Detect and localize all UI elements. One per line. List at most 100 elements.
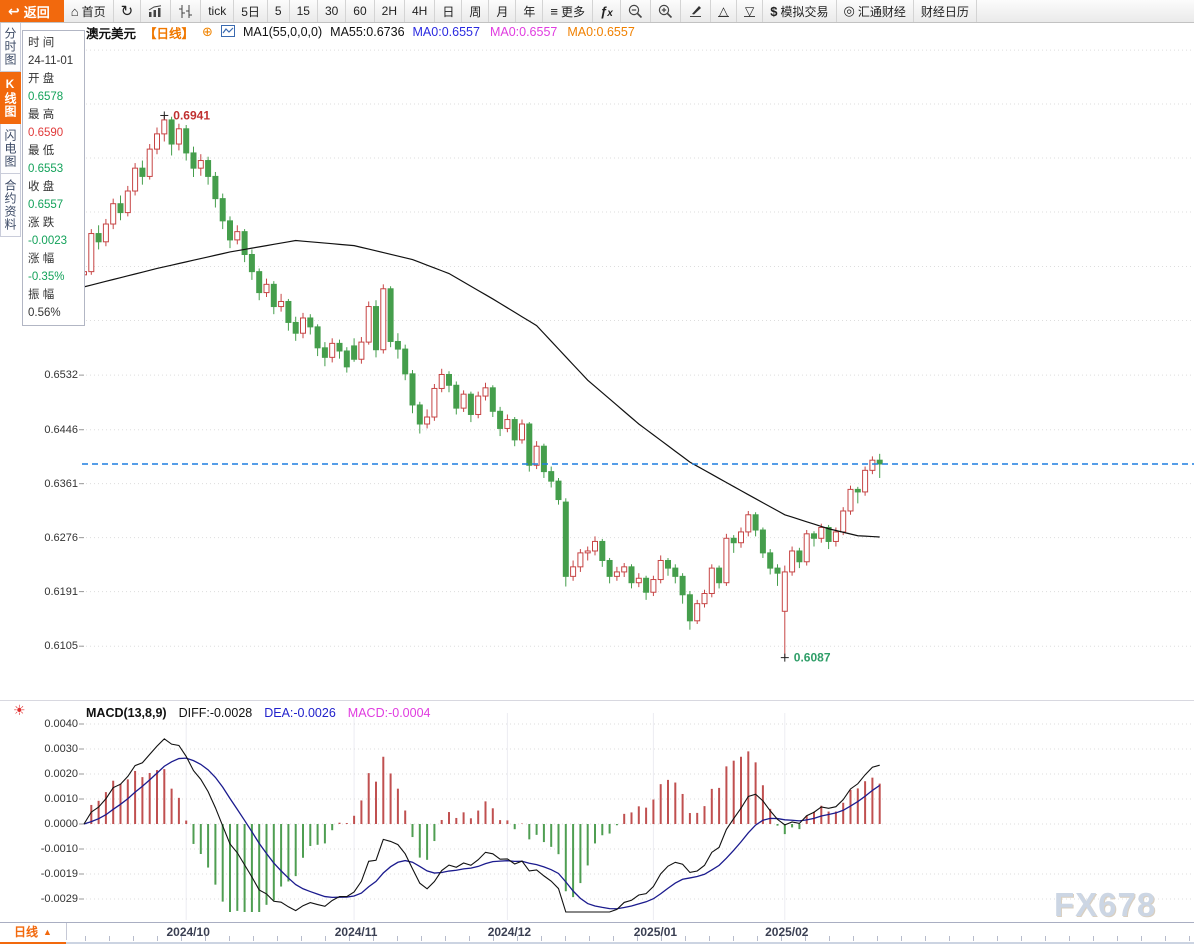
tab-kline-chart[interactable]: K线图 bbox=[0, 72, 21, 124]
macd-diff-line bbox=[84, 739, 880, 912]
top-toolbar: ↩ 返回 ⌂首页 ↻ tick 5日 5 15 30 60 2H 4H 日周月年 ≡更多ƒx △ ▽ $ 模拟… bbox=[0, 0, 1194, 23]
toolbar-button-home[interactable]: ⌂首页 bbox=[64, 0, 114, 22]
info-label: 最 低 bbox=[28, 142, 84, 160]
tab-lightning-chart[interactable]: 闪电图 bbox=[0, 124, 21, 174]
price-axis-label: 0.6105 bbox=[18, 640, 78, 652]
toolbar-button-5d[interactable]: 5日 bbox=[234, 0, 268, 22]
ma55-line bbox=[84, 241, 880, 537]
toolbar-button-draw[interactable] bbox=[681, 0, 711, 22]
barchart-icon bbox=[148, 5, 163, 18]
toolbar-button-fx[interactable]: ƒx bbox=[593, 0, 621, 22]
chart-title-bar: 澳元美元 【日线】 ⊕ MA1(55,0,0,0) MA55:0.6736 MA… bbox=[86, 24, 635, 40]
info-value: 0.6557 bbox=[28, 196, 84, 214]
price-axis-label: 0.6446 bbox=[18, 424, 78, 436]
home-icon: ⌂ bbox=[71, 4, 79, 19]
toolbar-button-bar-chart[interactable] bbox=[141, 0, 171, 22]
toolbar-button-refresh[interactable]: ↻ bbox=[114, 0, 142, 22]
add-indicator-icon[interactable]: ⊕ bbox=[202, 24, 213, 40]
toolbar-button-m60[interactable]: 60 bbox=[346, 0, 374, 22]
toolbar-button-weekly[interactable]: 周 bbox=[462, 0, 489, 22]
kline-icon bbox=[178, 5, 193, 18]
toolbar-button-daily[interactable]: 日 bbox=[435, 0, 462, 22]
toolbar-button-label: 5日 bbox=[241, 3, 260, 20]
toolbar-button-more[interactable]: ≡更多 bbox=[543, 0, 593, 22]
chart-canvas[interactable]: 0.6941 0.6087 bbox=[0, 0, 1194, 944]
period-tab-label: 日线 bbox=[14, 923, 38, 940]
dollar-icon: $ bbox=[770, 4, 777, 19]
toolbar-button-yearly[interactable]: 年 bbox=[516, 0, 543, 22]
minor-tick-marks bbox=[85, 936, 1190, 941]
toolbar-button-label: 5 bbox=[275, 4, 282, 18]
macd-axis-label: 0.0040 bbox=[18, 718, 78, 730]
toolbar-button-label: 年 bbox=[523, 3, 535, 20]
indicator-settings-icon[interactable]: ☀ bbox=[13, 702, 26, 719]
macd-axis-label: 0.0030 bbox=[18, 743, 78, 755]
info-value: 24-11-01 bbox=[28, 52, 84, 70]
macd-dea-line bbox=[84, 758, 880, 909]
toolbar-button-label: 2H bbox=[382, 4, 397, 18]
tab-time-chart[interactable]: 分时图 bbox=[0, 22, 21, 72]
back-button[interactable]: ↩ 返回 bbox=[0, 0, 64, 22]
toolbar-button-h4[interactable]: 4H bbox=[405, 0, 435, 22]
toolbar-button-tri-up[interactable]: △ bbox=[711, 0, 737, 22]
ma0-value-label: MA0:0.6557 bbox=[490, 25, 557, 39]
info-value: -0.0023 bbox=[28, 232, 84, 250]
info-label: 振 幅 bbox=[28, 286, 84, 304]
price-axis-label: 0.6276 bbox=[18, 532, 78, 544]
back-arrow-icon: ↩ bbox=[8, 3, 20, 20]
info-label: 最 高 bbox=[28, 106, 84, 124]
triangle-down-icon: ▽ bbox=[744, 6, 755, 17]
zoomin-icon bbox=[658, 4, 673, 18]
toolbar-button-tri-down[interactable]: ▽ bbox=[737, 0, 763, 22]
toolbar-button-label: 周 bbox=[469, 3, 481, 20]
toolbar-button-m30[interactable]: 30 bbox=[318, 0, 346, 22]
toolbar-button-label: 60 bbox=[353, 4, 366, 18]
crosshair-info-panel: 时 间24-11-01开 盘0.6578最 高0.6590最 低0.6553收 … bbox=[22, 30, 85, 326]
price-axis-label: 0.6361 bbox=[18, 478, 78, 490]
toolbar-button-label: 4H bbox=[412, 4, 427, 18]
toolbar-button-tick[interactable]: tick bbox=[201, 0, 234, 22]
macd-title-bar: MACD(13,8,9) DIFF:-0.0028 DEA:-0.0026 MA… bbox=[86, 706, 430, 720]
triangle-up-icon: △ bbox=[718, 6, 729, 17]
toolbar-button-label: 首页 bbox=[82, 3, 106, 20]
period-badge: 【日线】 bbox=[144, 23, 194, 42]
toolbar-button-h2[interactable]: 2H bbox=[375, 0, 405, 22]
watermark: FX678 bbox=[1054, 886, 1156, 924]
toolbar-filler bbox=[977, 0, 1194, 22]
info-value: 0.6578 bbox=[28, 88, 84, 106]
toolbar-button-label: 15 bbox=[297, 4, 310, 18]
macd-axis-label: -0.0010 bbox=[18, 843, 78, 855]
toolbar-button-calendar[interactable]: 财经日历 bbox=[914, 0, 977, 22]
chevron-up-icon: ▲ bbox=[43, 927, 52, 937]
info-label: 涨 幅 bbox=[28, 250, 84, 268]
macd-axis-label: 0.0020 bbox=[18, 768, 78, 780]
tab-contract-info[interactable]: 合约资料 bbox=[0, 174, 21, 237]
period-tab-daily[interactable]: 日线 ▲ bbox=[0, 923, 67, 940]
info-label: 涨 跌 bbox=[28, 214, 84, 232]
chart-type-tabs: 分时图K线图闪电图合约资料 bbox=[0, 22, 20, 237]
back-button-label: 返回 bbox=[24, 2, 50, 21]
toolbar-button-sim-trade[interactable]: $ 模拟交易 bbox=[763, 0, 836, 22]
low-price-annotation: 0.6087 bbox=[794, 651, 831, 665]
macd-params-label: MACD(13,8,9) bbox=[86, 706, 167, 720]
price-axis-label: 0.6191 bbox=[18, 586, 78, 598]
high-price-annotation: 0.6941 bbox=[173, 108, 210, 122]
candlestick-series bbox=[82, 115, 883, 657]
toolbar-button-zoom-out[interactable] bbox=[621, 0, 651, 22]
price-axis-label: 0.6532 bbox=[18, 369, 78, 381]
toolbar-button-m5[interactable]: 5 bbox=[268, 0, 290, 22]
toolbar-button-zoom-in[interactable] bbox=[651, 0, 681, 22]
toolbar-button-label: tick bbox=[208, 4, 226, 18]
macd-axis-label: 0.0000 bbox=[18, 818, 78, 830]
toolbar-button-label: 模拟交易 bbox=[781, 3, 829, 20]
toolbar-button-kline-style[interactable] bbox=[171, 0, 201, 22]
toolbar-button-monthly[interactable]: 月 bbox=[489, 0, 516, 22]
toolbar-button-label: 财经日历 bbox=[921, 3, 969, 20]
toolbar-items: ⌂首页 ↻ tick 5日 5 15 30 60 2H 4H 日周月年 ≡更多ƒx △ ▽ $ 模拟交易 ◎汇通… bbox=[64, 0, 977, 22]
macd-macd-value: MACD:-0.0004 bbox=[348, 706, 431, 720]
toolbar-button-label: 更多 bbox=[561, 3, 585, 20]
refresh-icon: ↻ bbox=[121, 2, 134, 20]
toolbar-button-huitong-news[interactable]: ◎汇通财经 bbox=[837, 0, 914, 22]
ma-setting-label: MA1(55,0,0,0) bbox=[243, 25, 322, 39]
toolbar-button-m15[interactable]: 15 bbox=[290, 0, 318, 22]
